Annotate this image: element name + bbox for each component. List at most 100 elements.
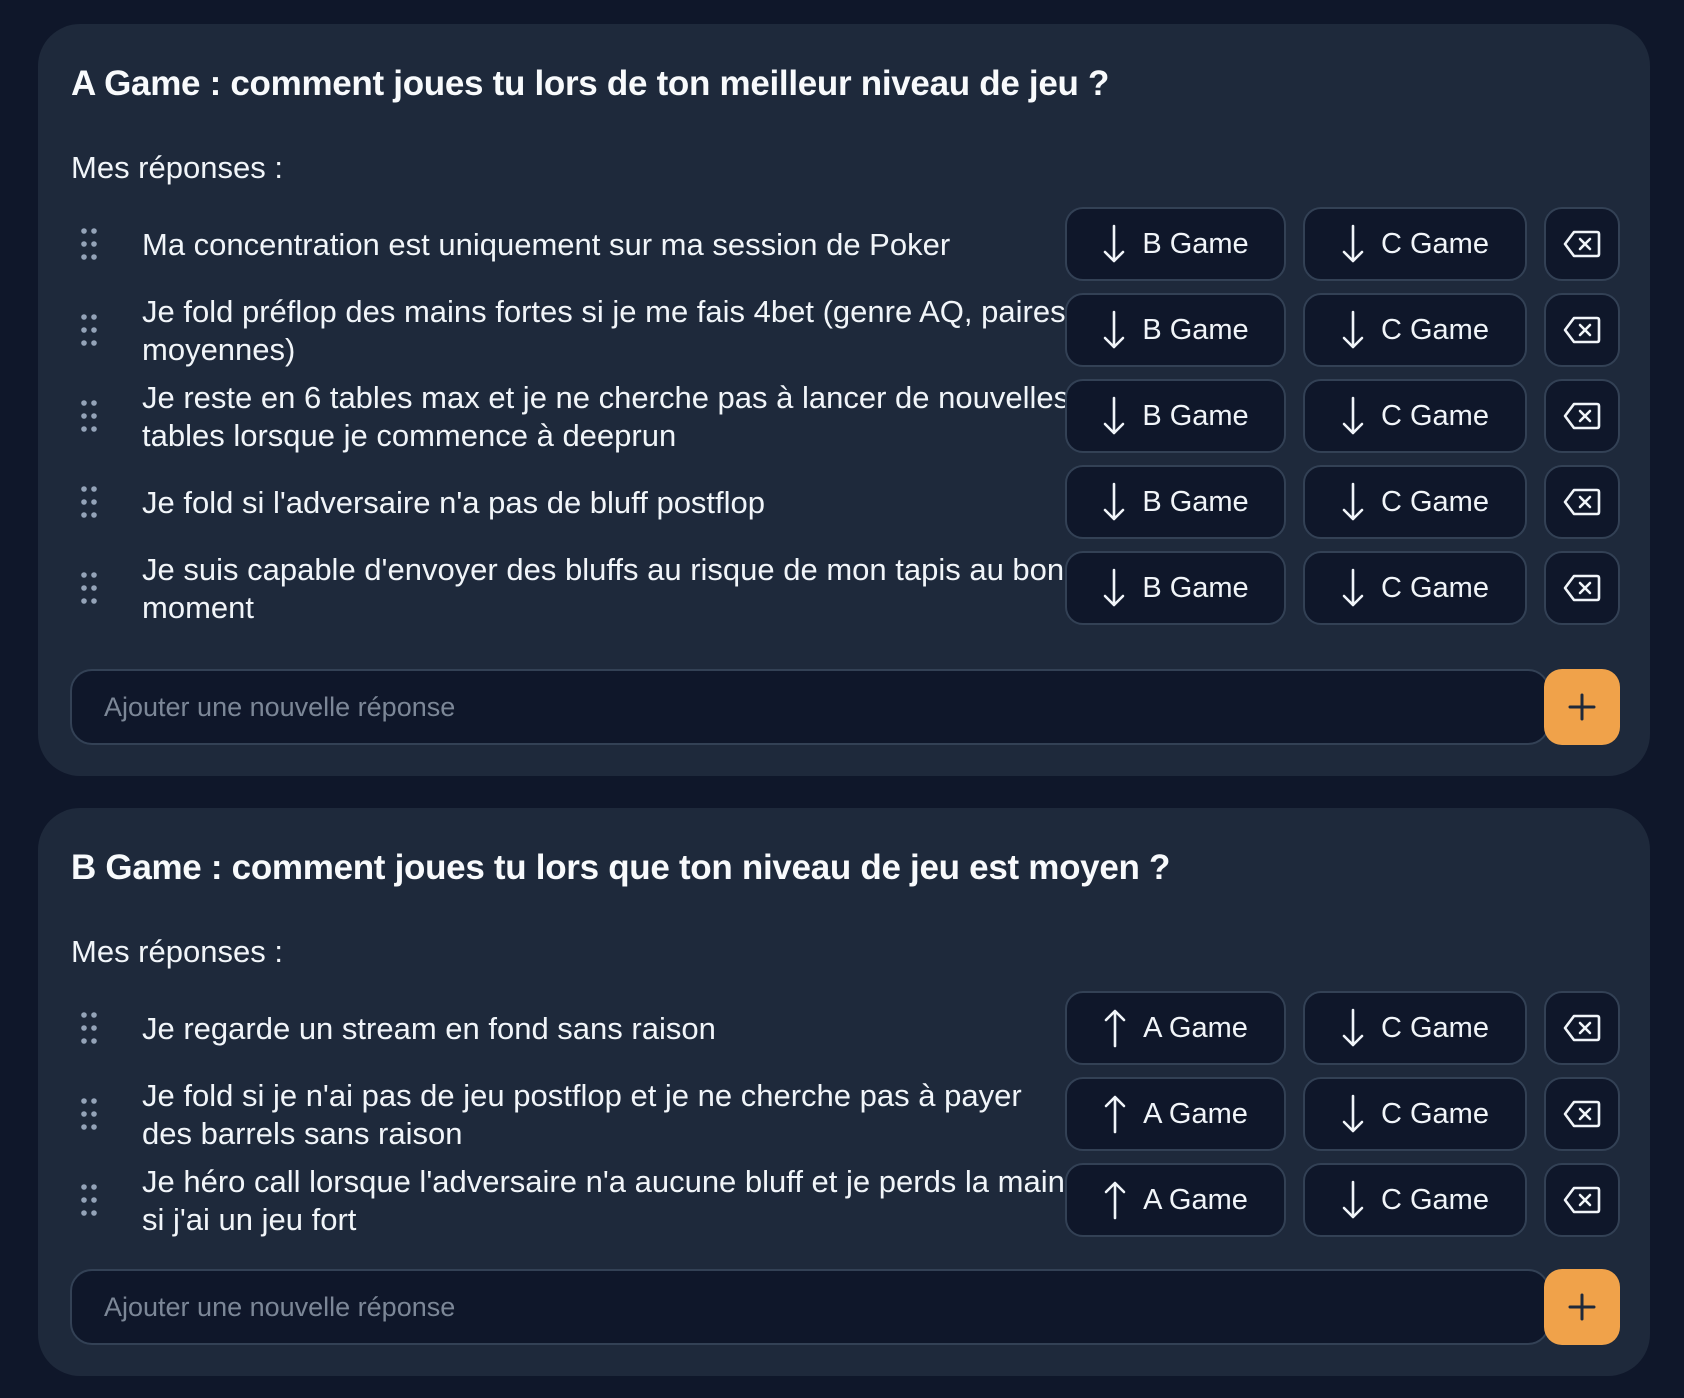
app-root: A Game : comment joues tu lors de ton me…: [0, 0, 1684, 1398]
move-button-label: B Game: [1142, 227, 1249, 260]
delete-answer-button[interactable]: [1544, 1077, 1620, 1151]
move-button-label: C Game: [1381, 313, 1489, 346]
arrow-down-icon: [1102, 223, 1126, 265]
answer-text: Je héro call lorsque l'adversaire n'a au…: [142, 1164, 1065, 1237]
backspace-icon: [1563, 1099, 1601, 1129]
arrow-down-icon: [1102, 309, 1126, 351]
answer-row: Je regarde un stream en fond sans raison…: [38, 991, 1650, 1067]
answer-row: Je fold si je n'ai pas de jeu postflop e…: [38, 1077, 1650, 1153]
section-title: A Game : comment joues tu lors de ton me…: [71, 64, 1110, 103]
move-button-label: B Game: [1142, 571, 1249, 604]
arrow-down-icon: [1341, 309, 1365, 351]
move-to-b-game-button[interactable]: B Game: [1065, 293, 1286, 367]
answers-label: Mes réponses :: [71, 150, 283, 185]
answer-row: Je suis capable d'envoyer des bluffs au …: [38, 551, 1650, 627]
arrow-down-icon: [1341, 1007, 1365, 1049]
move-button-label: A Game: [1143, 1183, 1248, 1216]
delete-answer-button[interactable]: [1544, 379, 1620, 453]
delete-answer-button[interactable]: [1544, 1163, 1620, 1237]
section-title: B Game : comment joues tu lors que ton n…: [71, 848, 1171, 887]
move-button-label: B Game: [1142, 485, 1249, 518]
answer-text: Je fold préflop des mains fortes si je m…: [142, 294, 1066, 367]
move-button-label: C Game: [1381, 227, 1489, 260]
arrow-down-icon: [1102, 481, 1126, 523]
move-to-a-game-button[interactable]: A Game: [1065, 1077, 1286, 1151]
arrow-down-icon: [1102, 395, 1126, 437]
arrow-down-icon: [1341, 481, 1365, 523]
move-to-c-game-button[interactable]: C Game: [1303, 465, 1527, 539]
section-a-game: A Game : comment joues tu lors de ton me…: [38, 24, 1650, 776]
answer-row: Je héro call lorsque l'adversaire n'a au…: [38, 1163, 1650, 1239]
add-answer-button[interactable]: [1544, 1269, 1620, 1345]
move-to-b-game-button[interactable]: B Game: [1065, 207, 1286, 281]
move-button-label: C Game: [1381, 1183, 1489, 1216]
delete-answer-button[interactable]: [1544, 465, 1620, 539]
move-button-label: A Game: [1143, 1011, 1248, 1044]
backspace-icon: [1563, 315, 1601, 345]
answer-row: Je fold préflop des mains fortes si je m…: [38, 293, 1650, 369]
move-to-c-game-button[interactable]: C Game: [1303, 551, 1527, 625]
drag-handle-icon[interactable]: [80, 1011, 98, 1045]
arrow-down-icon: [1102, 567, 1126, 609]
move-to-c-game-button[interactable]: C Game: [1303, 207, 1527, 281]
move-to-c-game-button[interactable]: C Game: [1303, 991, 1527, 1065]
backspace-icon: [1563, 229, 1601, 259]
drag-handle-icon[interactable]: [80, 1183, 98, 1217]
add-answer-button[interactable]: [1544, 669, 1620, 745]
answer-text: Je reste en 6 tables max et je ne cherch…: [142, 380, 1070, 453]
backspace-icon: [1563, 1013, 1601, 1043]
move-button-label: C Game: [1381, 571, 1489, 604]
new-answer-input[interactable]: [70, 669, 1550, 745]
move-button-label: B Game: [1142, 313, 1249, 346]
arrow-down-icon: [1341, 395, 1365, 437]
arrow-down-icon: [1341, 567, 1365, 609]
move-to-c-game-button[interactable]: C Game: [1303, 1163, 1527, 1237]
answer-row: Je reste en 6 tables max et je ne cherch…: [38, 379, 1650, 455]
backspace-icon: [1563, 1185, 1601, 1215]
arrow-up-icon: [1103, 1179, 1127, 1221]
arrow-up-icon: [1103, 1007, 1127, 1049]
drag-handle-icon[interactable]: [80, 227, 98, 261]
drag-handle-icon[interactable]: [80, 485, 98, 519]
answer-text: Je fold si je n'ai pas de jeu postflop e…: [142, 1078, 1022, 1151]
backspace-icon: [1563, 487, 1601, 517]
arrow-down-icon: [1341, 223, 1365, 265]
answers-label: Mes réponses :: [71, 934, 283, 969]
move-to-b-game-button[interactable]: B Game: [1065, 379, 1286, 453]
answer-text: Je suis capable d'envoyer des bluffs au …: [142, 552, 1065, 625]
plus-icon: [1567, 1292, 1597, 1322]
delete-answer-button[interactable]: [1544, 991, 1620, 1065]
plus-icon: [1567, 692, 1597, 722]
answer-row: Je fold si l'adversaire n'a pas de bluff…: [38, 465, 1650, 541]
move-button-label: B Game: [1142, 399, 1249, 432]
arrow-down-icon: [1341, 1179, 1365, 1221]
move-to-b-game-button[interactable]: B Game: [1065, 551, 1286, 625]
move-button-label: C Game: [1381, 399, 1489, 432]
drag-handle-icon[interactable]: [80, 399, 98, 433]
new-answer-input[interactable]: [70, 1269, 1550, 1345]
answer-text: Ma concentration est uniquement sur ma s…: [142, 227, 951, 262]
move-to-a-game-button[interactable]: A Game: [1065, 1163, 1286, 1237]
backspace-icon: [1563, 401, 1601, 431]
move-button-label: C Game: [1381, 485, 1489, 518]
move-button-label: A Game: [1143, 1097, 1248, 1130]
move-to-c-game-button[interactable]: C Game: [1303, 379, 1527, 453]
arrow-down-icon: [1341, 1093, 1365, 1135]
move-to-b-game-button[interactable]: B Game: [1065, 465, 1286, 539]
move-to-c-game-button[interactable]: C Game: [1303, 293, 1527, 367]
section-b-game: B Game : comment joues tu lors que ton n…: [38, 808, 1650, 1376]
answer-text: Je fold si l'adversaire n'a pas de bluff…: [142, 485, 766, 520]
move-to-a-game-button[interactable]: A Game: [1065, 991, 1286, 1065]
move-button-label: C Game: [1381, 1011, 1489, 1044]
delete-answer-button[interactable]: [1544, 551, 1620, 625]
answer-text: Je regarde un stream en fond sans raison: [142, 1011, 716, 1046]
arrow-up-icon: [1103, 1093, 1127, 1135]
answer-row: Ma concentration est uniquement sur ma s…: [38, 207, 1650, 283]
delete-answer-button[interactable]: [1544, 207, 1620, 281]
drag-handle-icon[interactable]: [80, 571, 98, 605]
drag-handle-icon[interactable]: [80, 1097, 98, 1131]
backspace-icon: [1563, 573, 1601, 603]
drag-handle-icon[interactable]: [80, 313, 98, 347]
delete-answer-button[interactable]: [1544, 293, 1620, 367]
move-to-c-game-button[interactable]: C Game: [1303, 1077, 1527, 1151]
